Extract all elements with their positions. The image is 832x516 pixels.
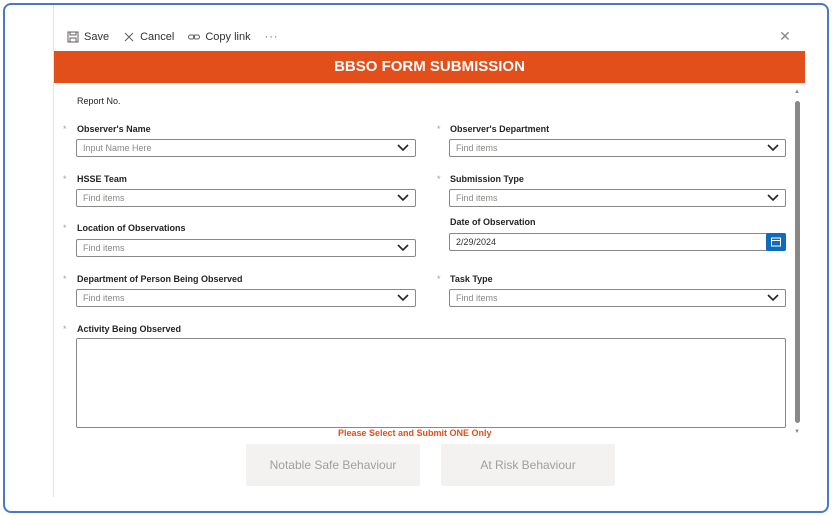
task-type-placeholder: Find items (456, 293, 498, 303)
link-icon (188, 34, 201, 40)
observer-name-placeholder: Input Name Here (83, 143, 152, 153)
report-no-label: Report No. (77, 96, 121, 106)
form-body: Report No. * Observer's Name Input Name … (54, 83, 794, 497)
task-type-label: Task Type (450, 274, 493, 284)
chevron-down-icon (397, 244, 409, 252)
chevron-down-icon (397, 294, 409, 302)
cancel-icon (124, 32, 134, 42)
required-marker: * (63, 223, 67, 233)
notable-safe-behaviour-button[interactable]: Notable Safe Behaviour (246, 444, 420, 486)
save-icon (67, 31, 79, 43)
more-options-button[interactable]: ··· (265, 31, 279, 43)
required-marker: * (437, 124, 441, 134)
department-observed-label: Department of Person Being Observed (77, 274, 243, 284)
form-window: Save Cancel Copy link ··· ✕ BBSO FORM SU… (3, 3, 829, 513)
activity-textarea[interactable] (76, 338, 786, 428)
save-button[interactable]: Save (67, 31, 109, 43)
chevron-down-icon (397, 194, 409, 202)
at-risk-behaviour-button[interactable]: At Risk Behaviour (441, 444, 615, 486)
observer-department-input[interactable]: Find items (449, 139, 786, 157)
required-marker: * (63, 124, 67, 134)
date-of-observation-label: Date of Observation (450, 217, 536, 227)
observer-name-input[interactable]: Input Name Here (76, 139, 416, 157)
location-input[interactable]: Find items (76, 239, 416, 257)
required-marker: * (63, 274, 67, 284)
calendar-button[interactable] (766, 233, 786, 251)
save-label: Save (84, 31, 110, 43)
form-title: BBSO FORM SUBMISSION (54, 51, 805, 83)
activity-label: Activity Being Observed (77, 324, 182, 334)
selection-notice: Please Select and Submit ONE Only (338, 428, 492, 438)
location-placeholder: Find items (83, 243, 125, 253)
scroll-down-icon[interactable]: ▼ (794, 429, 800, 435)
submission-type-input[interactable]: Find items (449, 189, 786, 207)
cancel-label: Cancel (140, 31, 175, 43)
cancel-button[interactable]: Cancel (123, 31, 174, 43)
observer-department-placeholder: Find items (456, 143, 498, 153)
task-type-input[interactable]: Find items (449, 289, 786, 307)
scroll-up-icon[interactable]: ▲ (794, 89, 800, 95)
department-observed-placeholder: Find items (83, 293, 125, 303)
date-of-observation-input[interactable]: 2/29/2024 (449, 233, 786, 251)
copy-link-button[interactable]: Copy link (188, 31, 251, 43)
command-bar: Save Cancel Copy link ··· (67, 27, 279, 47)
scrollbar-thumb[interactable] (795, 101, 800, 423)
required-marker: * (63, 174, 67, 184)
observer-department-label: Observer's Department (450, 124, 550, 134)
observer-name-label: Observer's Name (77, 124, 151, 134)
submission-type-placeholder: Find items (456, 193, 498, 203)
copy-link-label: Copy link (205, 31, 251, 43)
hsse-team-input[interactable]: Find items (76, 189, 416, 207)
location-label: Location of Observations (77, 223, 186, 233)
date-value: 2/29/2024 (456, 237, 497, 247)
close-icon[interactable]: ✕ (777, 27, 793, 45)
submission-type-label: Submission Type (450, 174, 524, 184)
required-marker: * (437, 174, 441, 184)
department-observed-input[interactable]: Find items (76, 289, 416, 307)
hsse-team-label: HSSE Team (77, 174, 127, 184)
chevron-down-icon (767, 144, 779, 152)
required-marker: * (437, 274, 441, 284)
calendar-icon (771, 237, 781, 247)
chevron-down-icon (397, 144, 409, 152)
chevron-down-icon (767, 194, 779, 202)
hsse-team-placeholder: Find items (83, 193, 125, 203)
required-marker: * (63, 324, 67, 334)
chevron-down-icon (767, 294, 779, 302)
